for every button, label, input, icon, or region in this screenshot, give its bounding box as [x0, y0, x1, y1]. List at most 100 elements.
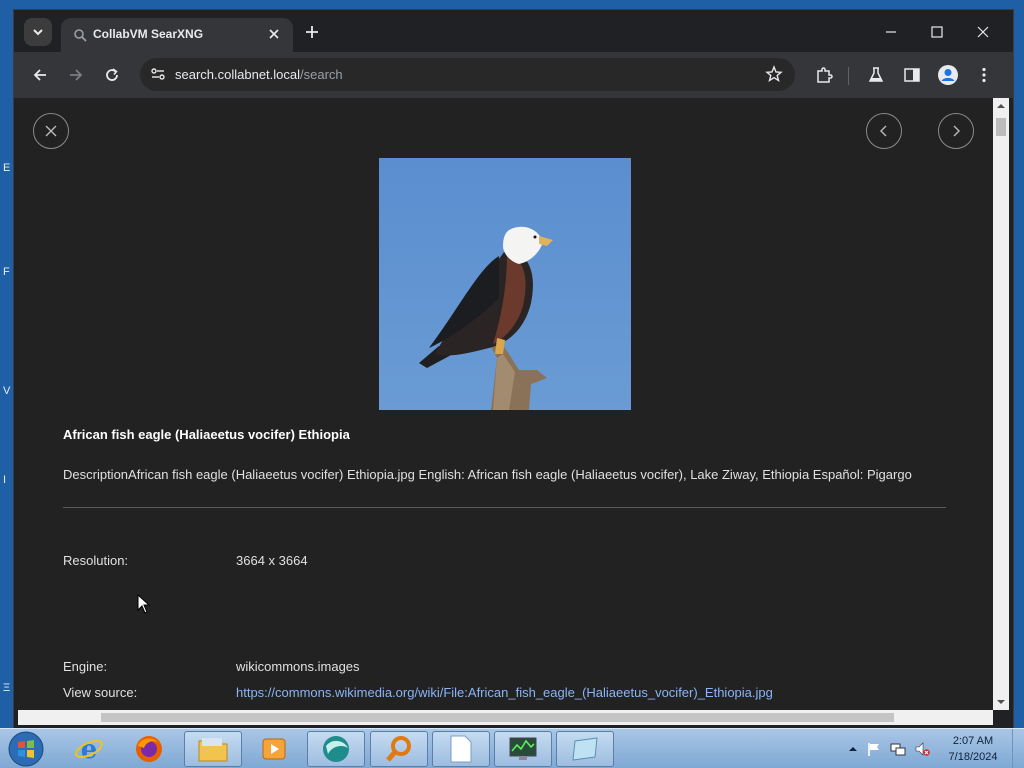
volume-muted-icon[interactable]	[914, 741, 930, 757]
engine-value: wikicommons.images	[236, 659, 360, 674]
plus-icon	[306, 26, 318, 38]
url-path: /search	[300, 67, 343, 82]
star-icon	[765, 65, 783, 83]
forward-button[interactable]	[64, 63, 88, 87]
vertical-scrollbar[interactable]	[993, 98, 1009, 710]
site-settings-icon	[151, 68, 165, 80]
result-title: African fish eagle (Haliaeetus vocifer) …	[63, 427, 350, 442]
internet-explorer-icon: e	[75, 735, 103, 764]
document-icon	[450, 735, 472, 763]
mouse-cursor-icon	[137, 594, 151, 614]
address-bar[interactable]: search.collabnet.local/search	[140, 58, 795, 91]
close-icon	[269, 29, 279, 39]
desktop-icon-label-3: V	[3, 385, 11, 397]
taskbar-firefox[interactable]	[120, 731, 178, 767]
folder-icon	[198, 738, 228, 762]
maximize-button[interactable]	[922, 20, 952, 44]
desktop-icon-label-4: I	[3, 474, 7, 486]
menu-button[interactable]	[972, 63, 996, 87]
chevron-left-icon	[880, 125, 887, 137]
view-source-label: View source:	[63, 685, 138, 700]
close-icon	[977, 26, 989, 38]
minimize-button[interactable]	[876, 20, 906, 44]
taskbar: e 2:07 AM 7/18/2024	[0, 728, 1024, 768]
horizontal-scrollbar[interactable]	[18, 710, 993, 725]
back-button[interactable]	[28, 63, 52, 87]
arrow-right-icon	[70, 69, 83, 81]
maximize-icon	[931, 26, 943, 38]
bookmark-button[interactable]	[765, 65, 783, 88]
clock-time: 2:07 AM	[952, 735, 994, 747]
profile-button[interactable]	[936, 63, 960, 87]
desktop-icon-label-2: F	[3, 266, 10, 278]
toolbar-separator	[848, 67, 849, 85]
reload-icon	[106, 68, 118, 81]
desktop-icon-label-5: Ξ	[3, 682, 11, 694]
show-hidden-icons-icon[interactable]	[845, 741, 861, 757]
result-description: DescriptionAfrican fish eagle (Haliaeetu…	[63, 467, 912, 482]
browser-window: CollabVM SearXNG search.collabnet.local/…	[13, 9, 1014, 729]
resolution-value: 3664 x 3664	[236, 553, 308, 568]
new-tab-button[interactable]	[300, 20, 324, 44]
chevron-down-icon	[33, 29, 43, 36]
tab-close-button[interactable]	[265, 25, 283, 43]
monitor-graph-icon	[509, 737, 537, 760]
url-text: search.collabnet.local/search	[175, 67, 343, 82]
system-clock[interactable]: 2:07 AM 7/18/2024	[940, 733, 1006, 765]
network-icon[interactable]	[890, 741, 906, 757]
labs-button[interactable]	[864, 63, 888, 87]
result-image[interactable]	[379, 158, 631, 410]
svg-text:e: e	[81, 735, 98, 764]
side-panel-button[interactable]	[900, 63, 924, 87]
engine-label: Engine:	[63, 659, 108, 674]
window-app-icon	[572, 737, 598, 761]
puzzle-icon	[817, 67, 833, 83]
clock-date: 7/18/2024	[948, 751, 998, 763]
close-icon	[45, 125, 57, 137]
scroll-up-arrow-icon[interactable]	[993, 100, 1009, 112]
avatar-icon	[938, 65, 958, 85]
magnifier-icon	[386, 736, 411, 762]
taskbar-search-app[interactable]	[370, 731, 428, 767]
reload-button[interactable]	[100, 63, 124, 87]
next-result-button[interactable]	[938, 113, 974, 149]
browser-app-icon	[323, 736, 349, 762]
close-detail-button[interactable]	[33, 113, 69, 149]
show-desktop-button[interactable]	[1012, 729, 1024, 768]
firefox-icon	[136, 736, 162, 762]
tab-strip: CollabVM SearXNG	[14, 10, 1013, 52]
url-host: search.collabnet.local	[175, 67, 301, 82]
view-source-link[interactable]: https://commons.wikimedia.org/wiki/File:…	[236, 685, 773, 700]
minimize-icon	[886, 31, 896, 33]
taskbar-notepad[interactable]	[432, 731, 490, 767]
tab-title: CollabVM SearXNG	[93, 27, 204, 41]
previous-result-button[interactable]	[866, 113, 902, 149]
taskbar-media-player[interactable]	[245, 731, 303, 767]
kebab-menu-icon	[982, 67, 986, 83]
taskbar-browser[interactable]	[307, 731, 365, 767]
tab-search-button[interactable]	[24, 18, 52, 46]
extensions-button[interactable]	[812, 63, 836, 87]
taskbar-file-explorer[interactable]	[184, 731, 242, 767]
searxng-favicon-icon	[74, 29, 87, 42]
resolution-label: Resolution:	[63, 553, 129, 568]
divider	[63, 507, 946, 508]
media-player-icon	[262, 738, 286, 760]
desktop-icon-label-1: E	[3, 162, 11, 174]
tab-active[interactable]: CollabVM SearXNG	[61, 18, 293, 52]
taskbar-app-window[interactable]	[556, 731, 614, 767]
horizontal-scroll-thumb[interactable]	[101, 713, 894, 722]
window-close-button[interactable]	[968, 20, 998, 44]
start-button[interactable]	[6, 731, 46, 767]
taskbar-internet-explorer[interactable]: e	[60, 731, 118, 767]
chevron-right-icon	[953, 125, 960, 137]
flask-icon	[868, 67, 884, 82]
action-center-flag-icon[interactable]	[866, 741, 882, 757]
page-content: African fish eagle (Haliaeetus vocifer) …	[18, 98, 993, 710]
taskbar-task-manager[interactable]	[494, 731, 552, 767]
vertical-scroll-thumb[interactable]	[996, 118, 1006, 136]
side-panel-icon	[904, 68, 920, 82]
arrow-left-icon	[33, 69, 46, 81]
windows-logo-icon	[8, 731, 44, 767]
scroll-down-arrow-icon[interactable]	[993, 696, 1009, 708]
